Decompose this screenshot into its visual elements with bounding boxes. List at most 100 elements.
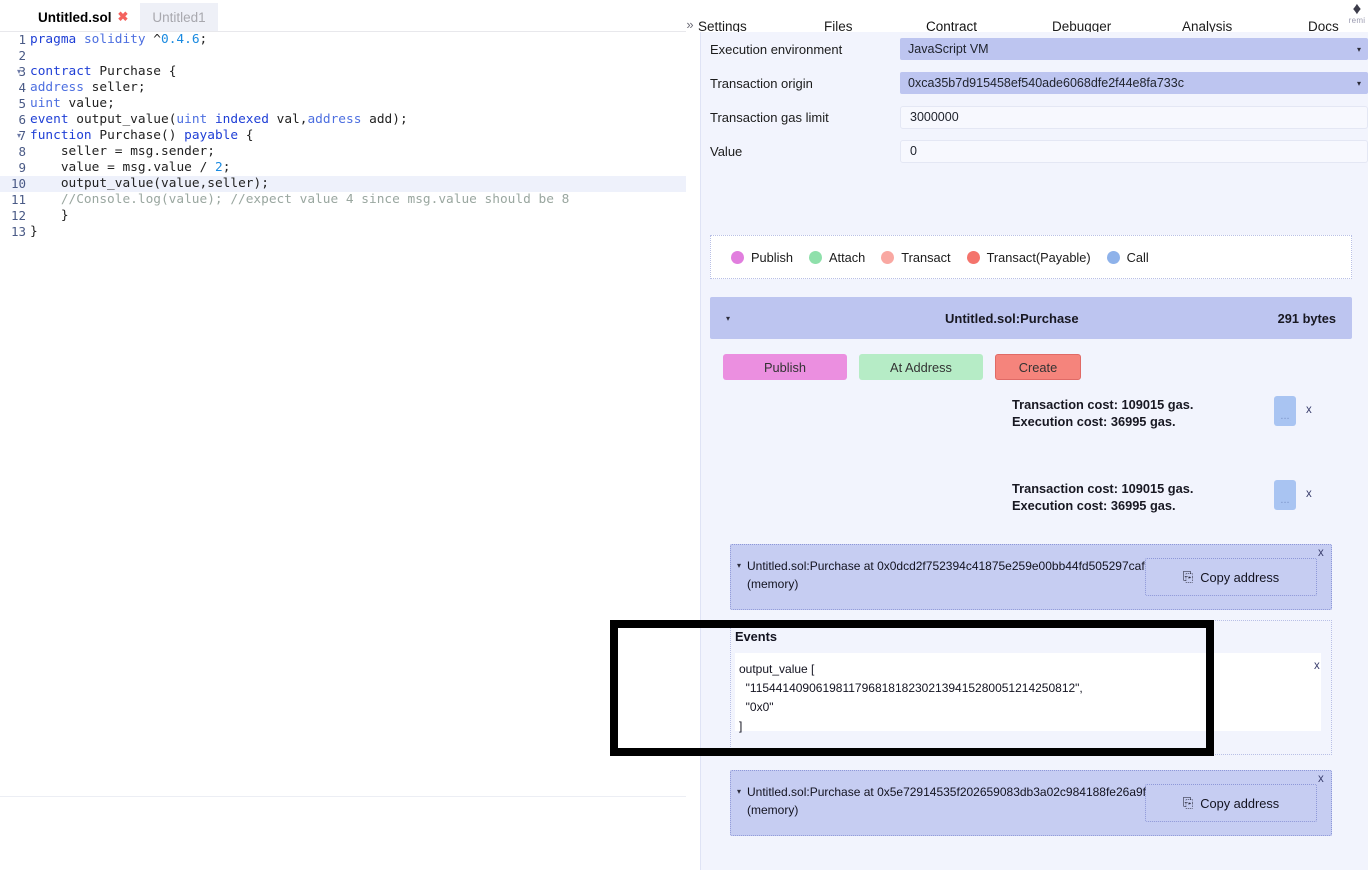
transaction-cost: Transaction cost: 109015 gas. [1012,397,1194,412]
chevron-down-icon[interactable]: ▾ [737,557,741,575]
close-icon[interactable]: ✖ [118,9,129,25]
code-line[interactable]: 2 [0,48,686,64]
instance-address-label: ▾ Untitled.sol:Purchase at 0x5e72914535f2… [737,783,1147,819]
line-number: 1 [18,32,26,47]
contract-name: Untitled.sol:Purchase [945,310,1079,326]
gas-limit-input[interactable]: 3000000 [900,105,1368,129]
close-icon[interactable]: x [1318,547,1324,559]
value-input[interactable]: 0 [900,139,1368,163]
legend-label: Call [1126,249,1149,265]
code-line[interactable]: 10 output_value(value,seller); [0,176,686,192]
instance-address-text: Untitled.sol:Purchase at 0x0dcd2f752394c… [747,559,1145,591]
chevron-down-icon: ▾ [1356,78,1361,88]
transaction-details-button[interactable]: ... [1274,480,1296,510]
remix-ide-window: Untitled.sol ✖ Untitled1 1 pragma solidit… [0,0,1368,870]
code-line-text: } [30,208,69,223]
code-line-text: event output_value(uint indexed val,addr… [30,112,408,127]
field-transaction-gas-limit: Transaction gas limit 3000000 [701,100,1368,134]
code-line[interactable]: 5 uint value; [0,96,686,112]
code-line[interactable]: 1 pragma solidity ^0.4.6; [0,32,686,48]
events-title: Events [735,629,777,644]
line-number: 13 [10,224,26,239]
code-line[interactable]: 6 event output_value(uint indexed val,add… [0,112,686,128]
instance-address-text: Untitled.sol:Purchase at 0x5e72914535f20… [747,785,1146,817]
deployed-instance[interactable]: ▾ Untitled.sol:Purchase at 0x0dcd2f752394… [730,544,1332,610]
editor-tab-untitled-sol[interactable]: Untitled.sol ✖ [26,3,141,31]
deployed-instance[interactable]: ▾ Untitled.sol:Purchase at 0x5e72914535f2… [730,770,1332,836]
code-line[interactable]: 3 ▾ contract Purchase { [0,64,686,80]
at-address-button[interactable]: At Address [859,354,983,380]
legend-label: Transact(Payable) [986,249,1091,265]
collapse-panel-icon[interactable]: » [683,17,697,32]
transaction-result: Transaction cost: 109015 gas. Execution c… [1012,396,1193,430]
publish-button[interactable]: Publish [723,354,847,380]
legend-item-transact: Transact [881,249,951,265]
create-button[interactable]: Create [995,354,1081,380]
line-number: 6 [18,112,26,127]
code-line-text: pragma solidity ^0.4.6; [30,32,208,47]
code-line[interactable]: 13} [0,224,686,240]
transaction-origin-select[interactable]: 0xca35b7d915458ef540ade6068dfe2f44e8fa73… [900,72,1368,94]
code-line-text: } [30,224,38,239]
close-icon[interactable]: x [1318,773,1324,785]
execution-environment-select[interactable]: JavaScript VM ▾ [900,38,1368,60]
close-icon[interactable]: x [1306,488,1312,500]
event-log-line: "0x0" [739,700,774,714]
line-number: 9 [18,160,26,175]
code-line-text: seller = msg.sender; [60,144,215,159]
event-log-line: ] [739,719,743,733]
legend-item-publish: Publish [731,250,793,265]
field-label: Value [710,143,743,159]
chevron-down-icon: ▾ [726,313,731,323]
copy-address-button[interactable]: ⎘ Copy address [1145,558,1317,596]
event-log-line: output_value [ [739,662,815,676]
code-line-text: value = msg.value / 2; [60,160,231,175]
line-number: 5 [18,96,26,111]
transaction-details-button[interactable]: ... [1274,396,1296,426]
selected-value: JavaScript VM [908,42,989,56]
line-number: 3 [18,64,26,79]
code-line-text: function Purchase() payable { [30,128,254,143]
code-fold-icon[interactable]: ▾ [17,64,21,80]
contract-header-bar[interactable]: ▾ Untitled.sol:Purchase 291 bytes [710,297,1352,339]
editor-tab-untitled1[interactable]: Untitled1 [140,3,218,31]
line-number: 4 [18,80,26,95]
code-line-text: address seller; [30,80,146,95]
close-icon[interactable]: x [1306,404,1312,416]
legend-label: Publish [751,249,793,265]
transaction-cost: Transaction cost: 109015 gas. [1012,481,1194,496]
code-editor-pane: Untitled.sol ✖ Untitled1 1 pragma solidit… [0,0,686,870]
events-log: output_value [ "115441409061981179681818… [735,653,1321,733]
legend-label: Transact [901,249,951,265]
close-icon[interactable]: x [1314,660,1320,672]
ethereum-diamond-icon: ♦ [1352,0,1362,18]
code-line[interactable]: 11 //Console.log(value); //expect value … [0,192,686,208]
code-line[interactable]: 9 value = msg.value / 2; [0,160,686,176]
code-line-text: //Console.log(value); //expect value 4 s… [30,192,570,207]
chevron-down-icon: ▾ [1356,44,1361,54]
transaction-result: Transaction cost: 109015 gas. Execution c… [1012,480,1193,514]
code-text-area[interactable]: 1 pragma solidity ^0.4.6; 2 3 ▾ contract Purc… [0,32,686,796]
field-label: Transaction origin [710,75,813,91]
selected-value: 0xca35b7d915458ef540ade6068dfe2f44e8fa73… [908,76,1184,90]
event-log-line: "115441409061981179681818230213941528005… [739,681,1083,695]
code-line[interactable]: 8 seller = msg.sender; [0,144,686,160]
code-fold-icon[interactable]: ▾ [17,128,21,144]
legend-item-attach: Attach [808,250,865,265]
legend-color-dot [966,250,980,264]
events-panel: Events output_value [ "115441409061981179… [730,620,1332,755]
legend-color-dot [1106,250,1120,264]
code-line[interactable]: 7 ▾ function Purchase() payable { [0,128,686,144]
line-number: 7 [18,128,26,143]
code-line-text: contract Purchase { [30,64,177,79]
code-line[interactable]: 4 address seller; [0,80,686,96]
contract-bytecode-size: 291 bytes [1277,310,1336,326]
brand-name: remi [1348,16,1366,25]
code-line[interactable]: 12 } [0,208,686,224]
code-line-text: output_value(value,seller); [60,176,269,191]
copy-address-button[interactable]: ⎘ Copy address [1145,784,1317,822]
instance-address-label: ▾ Untitled.sol:Purchase at 0x0dcd2f752394… [737,557,1147,593]
chevron-down-icon[interactable]: ▾ [737,783,741,801]
legend-item-transactpayable: Transact(Payable) [966,249,1091,265]
execution-cost: Execution cost: 36995 gas. [1012,414,1176,429]
